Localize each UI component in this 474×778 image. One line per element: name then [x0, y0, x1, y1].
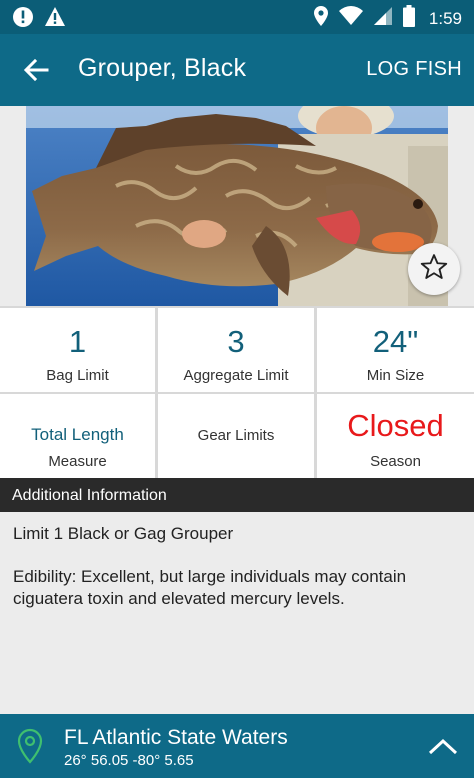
map-pin-icon: [16, 728, 44, 771]
additional-info-header: Additional Information: [0, 478, 474, 512]
star-outline-icon: [419, 252, 449, 287]
location-coords: 26° 56.05 -80° 5.65: [64, 752, 194, 769]
season-value: Closed: [347, 408, 444, 443]
location-name: FL Atlantic State Waters: [64, 726, 288, 749]
aggregate-limit-label: Aggregate Limit: [183, 367, 289, 384]
measure-value: Total Length: [31, 425, 124, 444]
info-line: Edibility: Excellent, but large individu…: [13, 567, 407, 608]
info-line: Limit 1 Black or Gag Grouper: [13, 524, 234, 543]
wifi-icon: [338, 6, 363, 31]
additional-info-body: Limit 1 Black or Gag Grouper Edibility: …: [0, 512, 474, 714]
gear-limits-cell[interactable]: Gear Limits: [158, 394, 314, 478]
measure-label: Measure: [48, 453, 107, 470]
season-label: Season: [370, 453, 421, 470]
status-time: 1:59: [428, 8, 462, 28]
aggregate-limit-cell[interactable]: 3 Aggregate Limit: [158, 308, 314, 392]
page-title: Grouper, Black: [78, 54, 247, 82]
signal-icon: [373, 6, 393, 31]
arrow-back-icon[interactable]: [22, 56, 50, 84]
min-size-cell[interactable]: 24" Min Size: [317, 308, 474, 392]
app-bar: Grouper, Black LOG FISH: [0, 34, 474, 106]
regulations-grid: 1 Bag Limit 3 Aggregate Limit 24" Min Si…: [0, 306, 474, 478]
battery-icon: [402, 5, 415, 32]
warning-triangle-icon: [44, 6, 66, 33]
status-bar: 1:59: [0, 0, 474, 34]
aggregate-limit-value: 3: [227, 324, 245, 359]
location-icon: [313, 5, 329, 32]
bag-limit-label: Bag Limit: [46, 367, 109, 384]
log-fish-button[interactable]: LOG FISH: [366, 58, 462, 81]
measure-cell[interactable]: Total Length Measure: [0, 394, 155, 478]
min-size-label: Min Size: [366, 367, 425, 384]
favorite-button[interactable]: [408, 243, 460, 295]
min-size-value: 24": [372, 324, 419, 359]
location-bar[interactable]: FL Atlantic State Waters 26° 56.05 -80° …: [0, 714, 474, 778]
alert-circle-icon: [12, 6, 34, 33]
bag-limit-cell[interactable]: 1 Bag Limit: [0, 308, 155, 392]
chevron-up-icon[interactable]: [428, 736, 458, 761]
gear-limits-label: Gear Limits: [197, 427, 275, 444]
season-cell[interactable]: Closed Season: [317, 394, 474, 478]
bag-limit-value: 1: [68, 324, 87, 359]
fish-photo: [26, 106, 448, 306]
